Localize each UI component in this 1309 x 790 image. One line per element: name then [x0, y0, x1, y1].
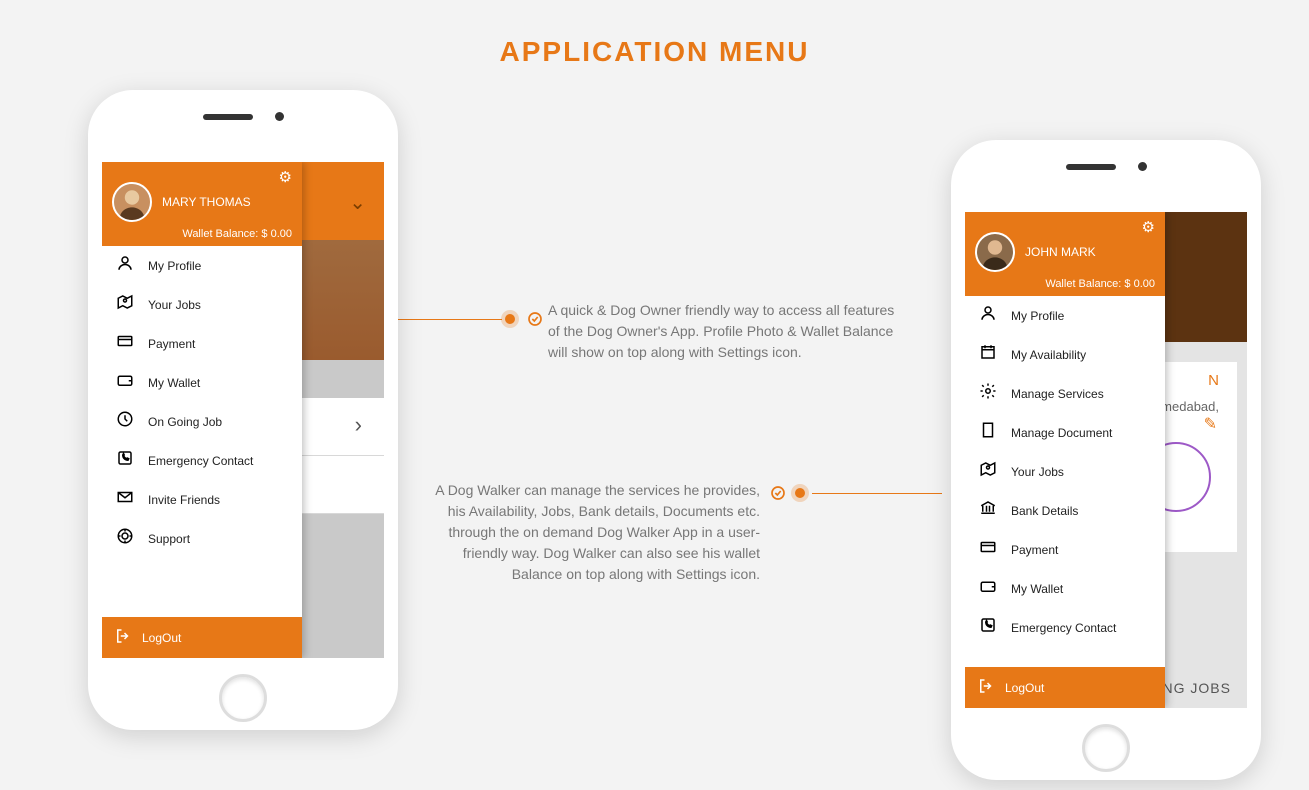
- logout-icon: [977, 677, 995, 698]
- logout-label: LogOut: [142, 631, 181, 645]
- menu-label: Invite Friends: [148, 493, 220, 507]
- menu-label: Payment: [148, 337, 195, 351]
- logout-button[interactable]: LogOut: [965, 667, 1165, 708]
- phone-speaker: [203, 114, 253, 120]
- logout-button[interactable]: LogOut: [102, 617, 302, 658]
- wallet-icon: [114, 371, 136, 394]
- home-button[interactable]: [1082, 724, 1130, 772]
- user-name: JOHN MARK: [1025, 245, 1096, 259]
- card-icon: [114, 332, 136, 355]
- menu-payment[interactable]: Payment: [965, 530, 1165, 569]
- card-icon: [977, 538, 999, 561]
- menu-support[interactable]: Support: [102, 519, 302, 558]
- phone-camera: [1138, 162, 1147, 171]
- settings-icon[interactable]: ⚙: [279, 168, 292, 186]
- chevron-down-icon: ⌄: [349, 190, 366, 215]
- drawer-header: ⚙ JOHN MARK Wallet Balance: $ 0.00: [965, 212, 1165, 296]
- phone-screen: ⌄ › ⚙ MARY THOMAS Wallet Balance: $ 0.00…: [102, 162, 384, 658]
- avatar[interactable]: [112, 182, 152, 222]
- phone-mockup-walker: N medabad, ✎ NG JOBS ⚙ JOHN MARK Wallet …: [951, 140, 1261, 780]
- menu-manage-services[interactable]: Manage Services: [965, 374, 1165, 413]
- menu-manage-document[interactable]: Manage Document: [965, 413, 1165, 452]
- logout-icon: [114, 627, 132, 648]
- logout-label: LogOut: [1005, 681, 1044, 695]
- support-icon: [114, 527, 136, 550]
- menu-payment[interactable]: Payment: [102, 324, 302, 363]
- menu-label: Emergency Contact: [1011, 621, 1116, 635]
- chevron-right-icon: ›: [355, 412, 362, 438]
- gear-icon: [977, 382, 999, 405]
- calendar-icon: [977, 343, 999, 366]
- user-icon: [114, 254, 136, 277]
- menu-label: My Wallet: [148, 376, 200, 390]
- menu-my-availability[interactable]: My Availability: [965, 335, 1165, 374]
- phone-screen: N medabad, ✎ NG JOBS ⚙ JOHN MARK Wallet …: [965, 212, 1247, 708]
- phone-icon: [114, 449, 136, 472]
- settings-icon[interactable]: ⚙: [1142, 218, 1155, 236]
- menu-drawer: ⚙ MARY THOMAS Wallet Balance: $ 0.00 My …: [102, 162, 302, 658]
- bank-icon: [977, 499, 999, 522]
- menu-invite-friends[interactable]: Invite Friends: [102, 480, 302, 519]
- menu-label: Your Jobs: [148, 298, 201, 312]
- menu-my-wallet[interactable]: My Wallet: [965, 569, 1165, 608]
- map-pin-icon: [114, 293, 136, 316]
- annotation-line: [812, 493, 942, 494]
- menu-emergency-contact[interactable]: Emergency Contact: [102, 441, 302, 480]
- menu-my-profile[interactable]: My Profile: [965, 296, 1165, 335]
- phone-icon: [977, 616, 999, 639]
- wallet-balance: Wallet Balance: $ 0.00: [975, 278, 1155, 290]
- menu-label: Bank Details: [1011, 504, 1078, 518]
- user-icon: [977, 304, 999, 327]
- document-icon: [977, 421, 999, 444]
- phone-camera: [275, 112, 284, 121]
- menu-label: On Going Job: [148, 415, 222, 429]
- wallet-icon: [977, 577, 999, 600]
- home-button[interactable]: [219, 674, 267, 722]
- menu-label: My Profile: [148, 259, 201, 273]
- menu-label: My Wallet: [1011, 582, 1063, 596]
- menu-my-profile[interactable]: My Profile: [102, 246, 302, 285]
- annotation-text-walker: A Dog Walker can manage the services he …: [420, 480, 760, 585]
- menu-emergency-contact[interactable]: Emergency Contact: [965, 608, 1165, 647]
- menu-label: Support: [148, 532, 190, 546]
- pencil-icon: ✎: [1204, 414, 1217, 434]
- wallet-balance: Wallet Balance: $ 0.00: [112, 228, 292, 240]
- clock-icon: [114, 410, 136, 433]
- bg-footer-text: NG JOBS: [1163, 680, 1231, 696]
- phone-speaker: [1066, 164, 1116, 170]
- menu-label: Manage Document: [1011, 426, 1112, 440]
- menu-label: Payment: [1011, 543, 1058, 557]
- annotation-dot: [505, 314, 515, 324]
- phone-mockup-owner: ⌄ › ⚙ MARY THOMAS Wallet Balance: $ 0.00…: [88, 90, 398, 730]
- annotation-text-owner: A quick & Dog Owner friendly way to acce…: [548, 300, 904, 363]
- drawer-header: ⚙ MARY THOMAS Wallet Balance: $ 0.00: [102, 162, 302, 246]
- menu-label: My Availability: [1011, 348, 1086, 362]
- menu-label: Manage Services: [1011, 387, 1104, 401]
- user-name: MARY THOMAS: [162, 195, 251, 209]
- menu-label: My Profile: [1011, 309, 1064, 323]
- menu-label: Your Jobs: [1011, 465, 1064, 479]
- mail-icon: [114, 488, 136, 511]
- menu-ongoing-job[interactable]: On Going Job: [102, 402, 302, 441]
- avatar[interactable]: [975, 232, 1015, 272]
- menu-my-wallet[interactable]: My Wallet: [102, 363, 302, 402]
- check-icon: [770, 485, 786, 501]
- annotation-dot: [795, 488, 805, 498]
- menu-bank-details[interactable]: Bank Details: [965, 491, 1165, 530]
- menu-drawer: ⚙ JOHN MARK Wallet Balance: $ 0.00 My Pr…: [965, 212, 1165, 708]
- check-icon: [527, 311, 543, 327]
- menu-your-jobs[interactable]: Your Jobs: [102, 285, 302, 324]
- menu-your-jobs[interactable]: Your Jobs: [965, 452, 1165, 491]
- menu-label: Emergency Contact: [148, 454, 253, 468]
- page-title: APPLICATION MENU: [0, 0, 1309, 68]
- map-pin-icon: [977, 460, 999, 483]
